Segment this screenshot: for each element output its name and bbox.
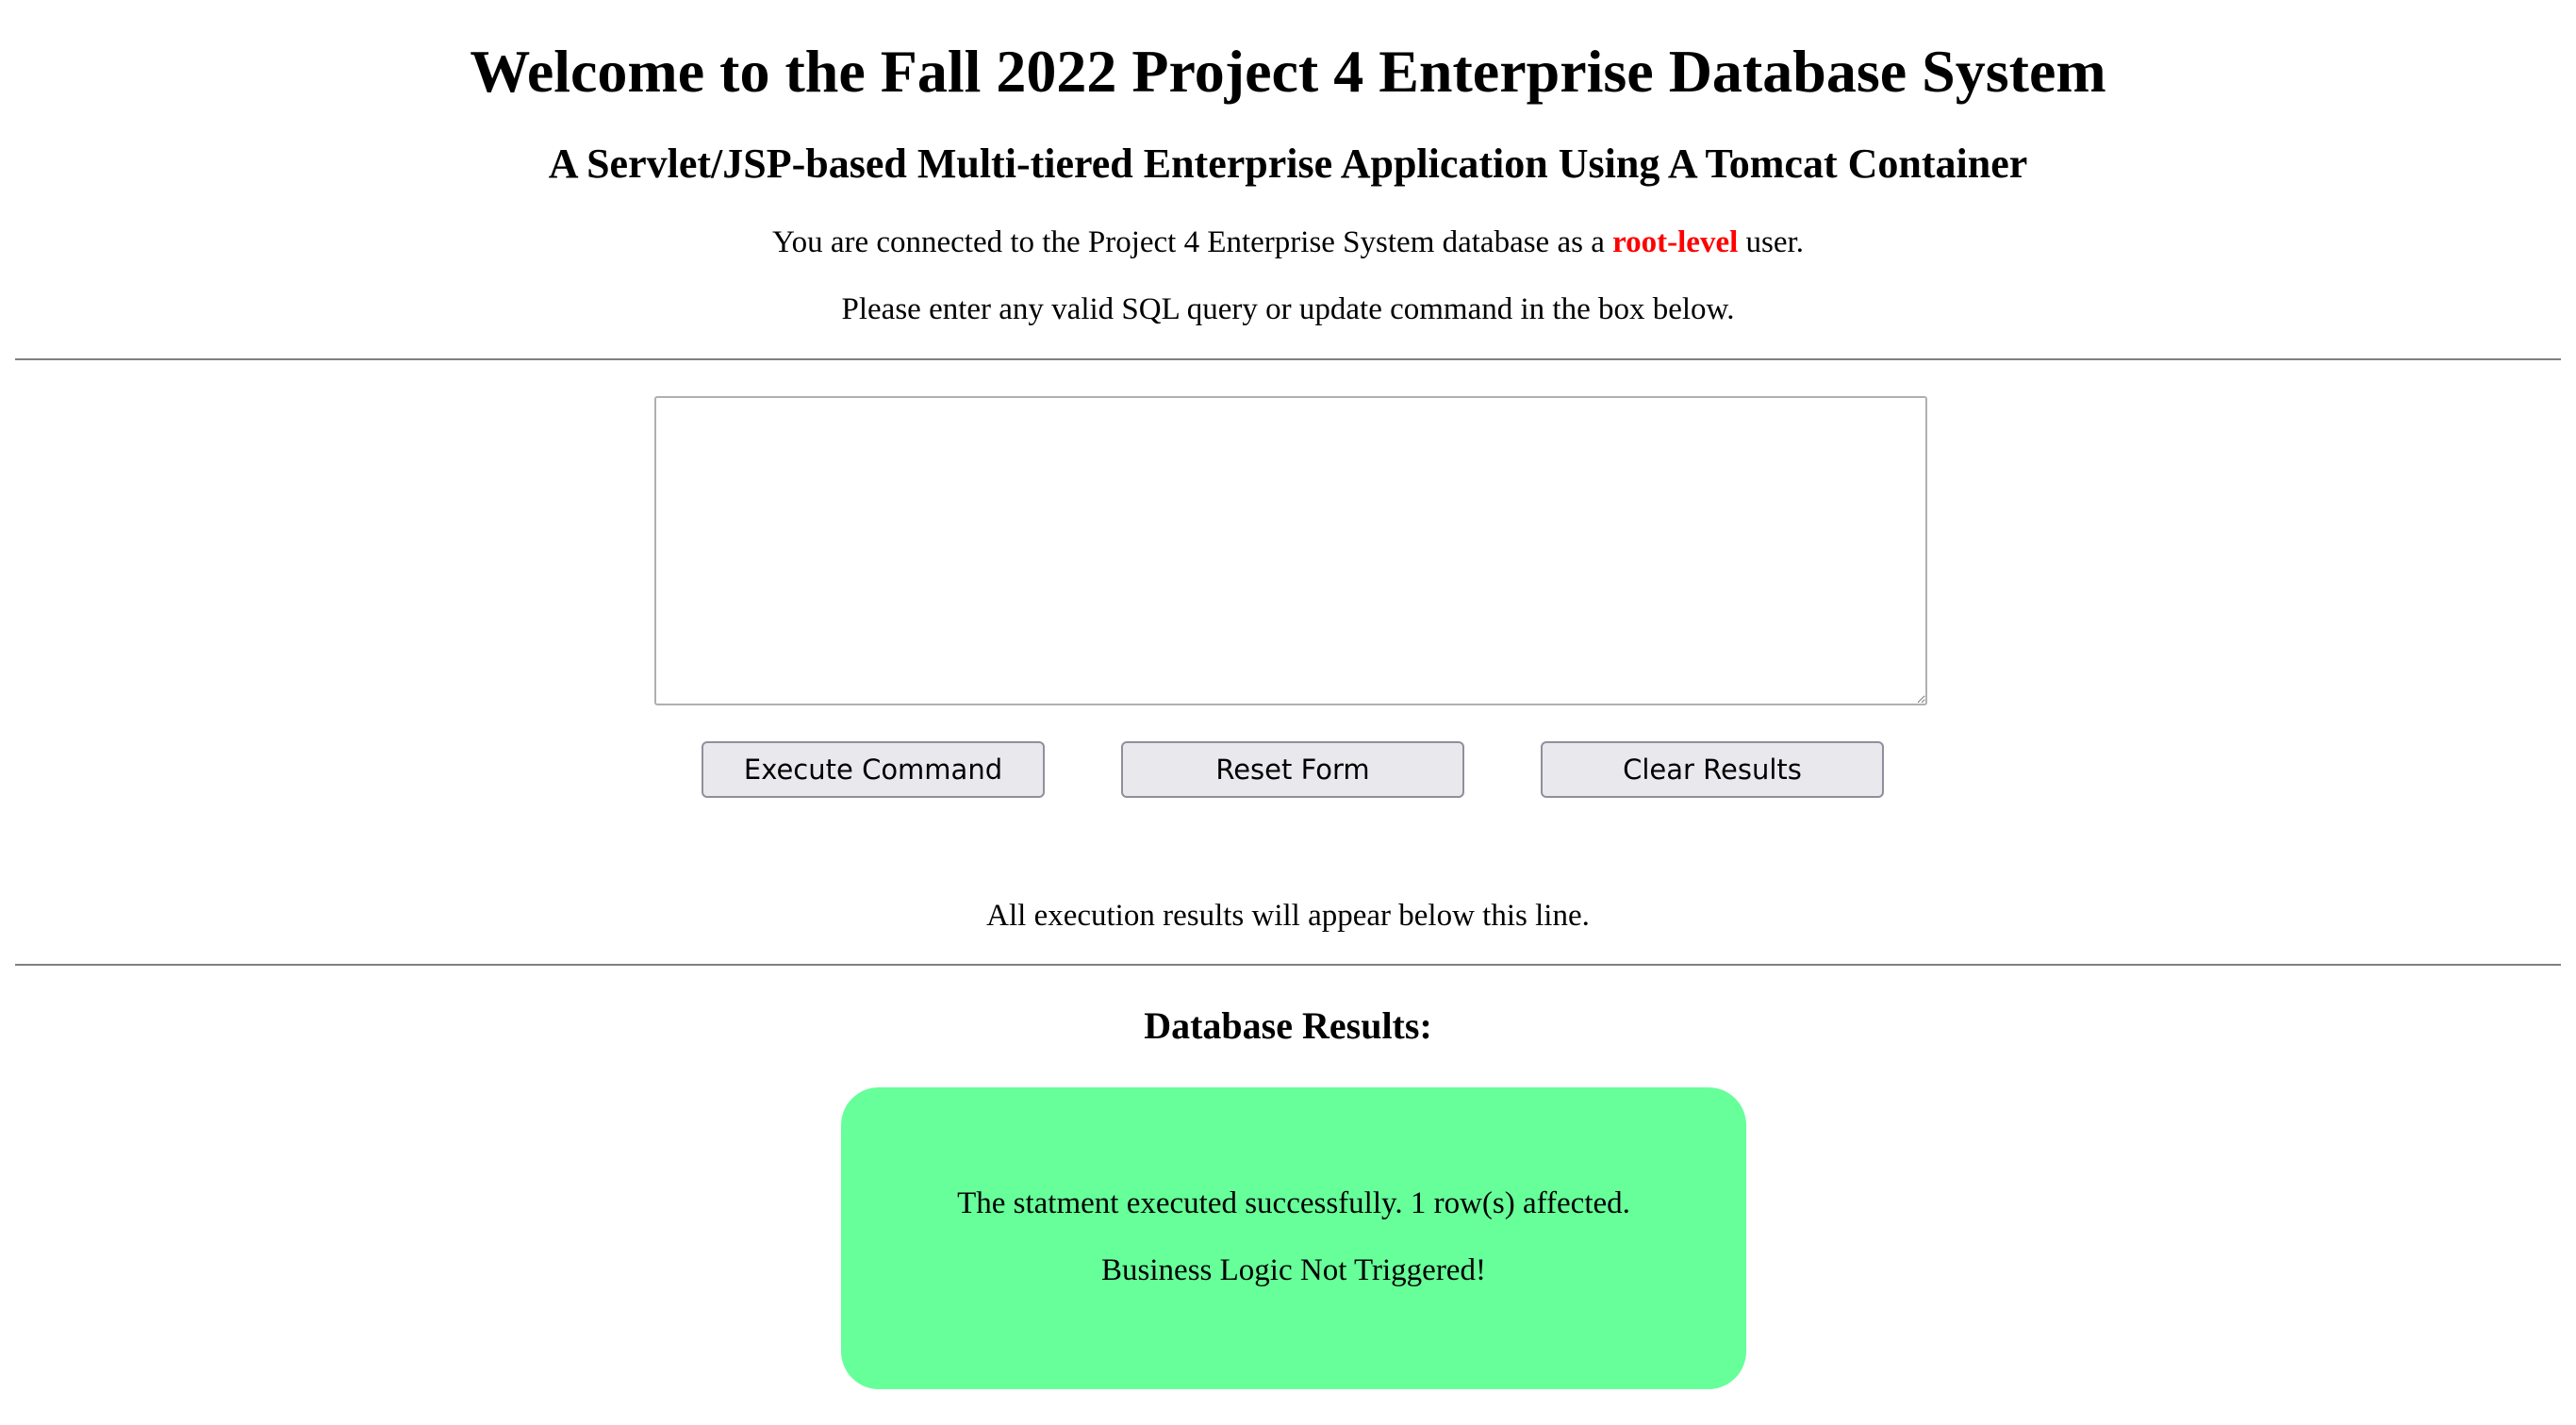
user-role-label: root-level [1612, 225, 1739, 259]
result-message-box: The statment executed successfully. 1 ro… [841, 1087, 1746, 1389]
results-divider [15, 964, 2561, 966]
clear-results-button[interactable]: Clear Results [1541, 741, 1884, 798]
sql-query-input[interactable] [654, 396, 1927, 705]
connection-prefix: You are connected to the Project 4 Enter… [772, 225, 1613, 259]
reset-form-button[interactable]: Reset Form [1121, 741, 1464, 798]
results-notice: All execution results will appear below … [986, 899, 1590, 933]
business-logic-message: Business Logic Not Triggered! [1101, 1253, 1486, 1287]
results-heading: Database Results: [1144, 1004, 1432, 1047]
connection-status: You are connected to the Project 4 Enter… [0, 219, 2576, 266]
page: Welcome to the Fall 2022 Project 4 Enter… [0, 0, 2576, 1425]
page-title: Welcome to the Fall 2022 Project 4 Enter… [470, 38, 2106, 105]
connection-suffix: user. [1738, 225, 1804, 259]
page-subtitle: A Servlet/JSP-based Multi-tiered Enterpr… [548, 141, 2028, 187]
result-status-message: The statment executed successfully. 1 ro… [957, 1186, 1630, 1220]
top-divider [15, 358, 2561, 360]
query-instructions: Please enter any valid SQL query or upda… [841, 292, 1735, 326]
execute-command-button[interactable]: Execute Command [702, 741, 1045, 798]
